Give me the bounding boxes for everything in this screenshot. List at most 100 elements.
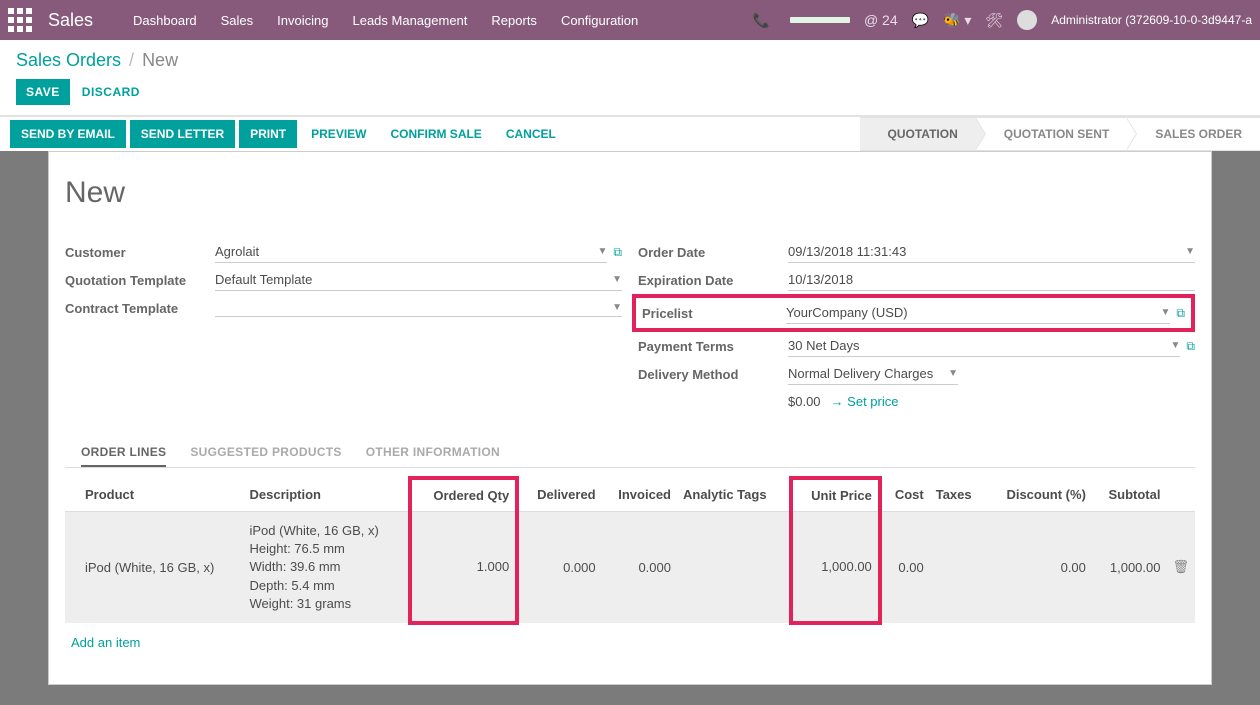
cell-subtotal[interactable]: 1,000.00 <box>1092 512 1167 623</box>
delivery-price-row: $0.00 Set price <box>638 388 1195 409</box>
value-payment-terms: 30 Net Days <box>788 338 860 353</box>
cell-delivered[interactable]: 0.000 <box>517 512 601 623</box>
avatar[interactable] <box>1017 10 1037 30</box>
col-analytic-tags[interactable]: Analytic Tags <box>677 478 791 512</box>
field-contract-template[interactable]: ▼ <box>215 299 622 317</box>
cell-analytic-tags[interactable] <box>677 512 791 623</box>
menu-leads[interactable]: Leads Management <box>352 13 467 28</box>
col-discount[interactable]: Discount (%) <box>985 478 1091 512</box>
chevron-down-icon[interactable]: ▼ <box>1161 307 1171 318</box>
breadcrumb-root[interactable]: Sales Orders <box>16 50 121 71</box>
external-link-icon[interactable]: ⧉ <box>1186 339 1195 354</box>
row-handle[interactable] <box>65 512 79 623</box>
col-taxes[interactable]: Taxes <box>930 478 986 512</box>
chevron-down-icon[interactable]: ▼ <box>1171 340 1181 351</box>
table-row[interactable]: iPod (White, 16 GB, x) iPod (White, 16 G… <box>65 512 1195 623</box>
label-quotation-template: Quotation Template <box>65 273 215 288</box>
col-unit-price[interactable]: Unit Price <box>791 478 880 512</box>
col-delivered[interactable]: Delivered <box>517 478 601 512</box>
value-pricelist: YourCompany (USD) <box>786 305 908 320</box>
status-sales-order[interactable]: SALES ORDER <box>1127 117 1260 151</box>
bug-icon[interactable]: 🐝 ▾ <box>943 12 971 29</box>
form-col-left: Customer Agrolait▼ ⧉ Quotation Template … <box>65 238 622 409</box>
cell-product[interactable]: iPod (White, 16 GB, x) <box>79 512 243 623</box>
form-sheet: New Customer Agrolait▼ ⧉ Quotation Templ… <box>48 151 1212 685</box>
label-customer: Customer <box>65 245 215 260</box>
page-title: New <box>65 176 1195 210</box>
chevron-down-icon[interactable]: ▼ <box>598 246 608 257</box>
status-quotation-sent[interactable]: QUOTATION SENT <box>976 117 1128 151</box>
col-handle <box>65 478 79 512</box>
trash-icon[interactable]: 🗑 <box>1166 512 1195 623</box>
print-button[interactable]: PRINT <box>239 120 297 148</box>
col-product[interactable]: Product <box>79 478 243 512</box>
col-ordered-qty[interactable]: Ordered Qty <box>410 478 517 512</box>
chevron-down-icon[interactable]: ▼ <box>948 368 958 379</box>
tools-icon[interactable]: 🛠 <box>985 12 1003 29</box>
cell-taxes[interactable] <box>930 512 986 623</box>
col-invoiced[interactable]: Invoiced <box>602 478 677 512</box>
order-lines-table: Product Description Ordered Qty Delivere… <box>65 476 1195 625</box>
cancel-button[interactable]: CANCEL <box>496 120 566 148</box>
chevron-down-icon[interactable]: ▼ <box>1185 246 1195 257</box>
tab-order-lines[interactable]: ORDER LINES <box>81 439 166 467</box>
value-expiration-date: 10/13/2018 <box>788 272 853 287</box>
top-menu: Dashboard Sales Invoicing Leads Manageme… <box>133 13 638 28</box>
field-payment-terms[interactable]: 30 Net Days ▼ <box>788 335 1180 357</box>
breadcrumb-sep: / <box>129 50 134 71</box>
breadcrumb: Sales Orders / New <box>16 50 1244 71</box>
menu-reports[interactable]: Reports <box>491 13 537 28</box>
cell-cost[interactable]: 0.00 <box>880 512 930 623</box>
progress-indicator <box>790 17 850 23</box>
external-link-icon[interactable]: ⧉ <box>613 245 622 260</box>
col-trash <box>1166 478 1195 512</box>
value-delivery-method: Normal Delivery Charges <box>788 366 933 381</box>
menu-sales[interactable]: Sales <box>221 13 254 28</box>
menu-dashboard[interactable]: Dashboard <box>133 13 197 28</box>
breadcrumb-current: New <box>142 50 178 71</box>
field-expiration-date[interactable]: 10/13/2018 <box>788 269 1195 291</box>
cell-description[interactable]: iPod (White, 16 GB, x) Height: 76.5 mm W… <box>243 512 410 623</box>
tab-suggested[interactable]: SUGGESTED PRODUCTS <box>190 439 341 467</box>
chevron-down-icon[interactable]: ▼ <box>612 302 622 313</box>
send-email-button[interactable]: SEND BY EMAIL <box>10 120 126 148</box>
menu-configuration[interactable]: Configuration <box>561 13 638 28</box>
topbar: Sales Dashboard Sales Invoicing Leads Ma… <box>0 0 1260 40</box>
confirm-button[interactable]: CONFIRM SALE <box>380 120 491 148</box>
send-letter-button[interactable]: SEND LETTER <box>130 120 235 148</box>
chevron-down-icon[interactable]: ▼ <box>612 274 622 285</box>
set-price-link[interactable]: Set price <box>831 394 899 409</box>
field-order-date[interactable]: 09/13/2018 11:31:43▼ <box>788 241 1195 263</box>
field-pricelist[interactable]: YourCompany (USD) ▼ <box>786 302 1170 324</box>
label-delivery-method: Delivery Method <box>638 367 788 382</box>
label-order-date: Order Date <box>638 245 788 260</box>
field-delivery-method[interactable]: Normal Delivery Charges ▼ <box>788 363 958 385</box>
field-quotation-template[interactable]: Default Template▼ <box>215 269 622 291</box>
cell-discount[interactable]: 0.00 <box>985 512 1091 623</box>
label-payment-terms: Payment Terms <box>638 339 788 354</box>
action-row: SAVE DISCARD <box>16 79 1244 105</box>
control-panel: Sales Orders / New SAVE DISCARD <box>0 40 1260 116</box>
status-steps: QUOTATION QUOTATION SENT SALES ORDER <box>860 117 1260 151</box>
save-button[interactable]: SAVE <box>16 79 70 105</box>
col-description[interactable]: Description <box>243 478 410 512</box>
tab-other[interactable]: OTHER INFORMATION <box>366 439 500 467</box>
chat-icon[interactable]: 💬 <box>912 12 929 29</box>
cell-ordered-qty[interactable]: 1.000 <box>410 512 517 623</box>
menu-invoicing[interactable]: Invoicing <box>277 13 328 28</box>
label-contract-template: Contract Template <box>65 301 215 316</box>
external-link-icon[interactable]: ⧉ <box>1176 306 1185 321</box>
phone-icon[interactable]: 📞 <box>753 12 770 29</box>
statusbar-buttons: SEND BY EMAIL SEND LETTER PRINT PREVIEW … <box>0 120 566 148</box>
field-customer[interactable]: Agrolait▼ <box>215 241 607 263</box>
preview-button[interactable]: PREVIEW <box>301 120 376 148</box>
col-cost[interactable]: Cost <box>880 478 930 512</box>
apps-icon[interactable] <box>8 8 32 32</box>
status-quotation[interactable]: QUOTATION <box>860 117 976 151</box>
discard-button[interactable]: DISCARD <box>82 85 140 99</box>
cell-invoiced[interactable]: 0.000 <box>602 512 677 623</box>
cell-unit-price[interactable]: 1,000.00 <box>791 512 880 623</box>
mail-count[interactable]: @ 24 <box>864 12 898 28</box>
col-subtotal[interactable]: Subtotal <box>1092 478 1167 512</box>
user-label[interactable]: Administrator (372609-10-0-3d9447-a <box>1051 13 1252 27</box>
